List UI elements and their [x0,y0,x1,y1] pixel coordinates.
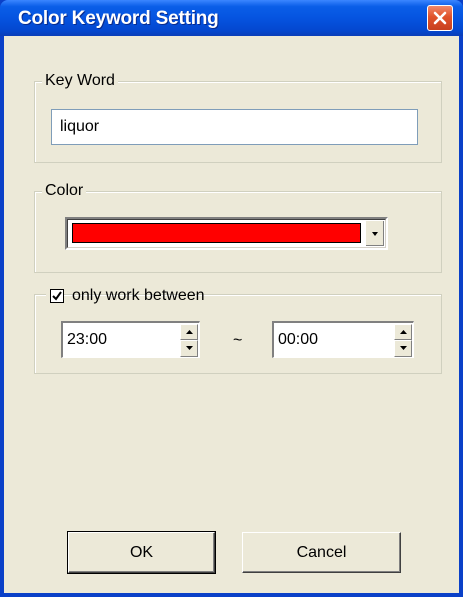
dialog-window: Color Keyword Setting Key Word Color [0,0,463,597]
color-dropdown-button[interactable] [365,221,384,246]
chevron-down-icon [372,232,378,236]
close-button[interactable] [427,5,453,31]
start-time-down-button[interactable] [180,340,198,357]
start-time-spin-buttons [180,324,198,357]
window-title: Color Keyword Setting [18,8,219,29]
checkmark-icon [52,291,62,301]
start-time-value[interactable]: 23:00 [67,323,107,357]
start-time-spinner[interactable]: 23:00 [61,321,200,358]
arrow-up-icon [400,330,407,334]
schedule-checkbox-label: only work between [72,287,205,304]
ok-button[interactable]: OK [67,531,216,574]
end-time-spin-buttons [394,324,412,357]
close-icon [433,11,447,25]
cancel-button[interactable]: Cancel [242,532,401,573]
schedule-checkbox-row[interactable]: only work between [46,287,205,305]
end-time-value[interactable]: 00:00 [278,323,318,357]
color-group-label: Color [42,182,87,200]
color-swatch [72,223,361,243]
color-dropdown[interactable] [65,217,388,250]
end-time-spinner[interactable]: 00:00 [272,321,414,358]
end-time-up-button[interactable] [394,324,412,340]
color-dropdown-frame [67,219,386,248]
schedule-checkbox[interactable] [50,289,64,303]
arrow-down-icon [400,346,407,350]
title-bar[interactable]: Color Keyword Setting [0,0,463,36]
dialog-body: Key Word Color only work betw [4,36,459,593]
time-range-separator: ~ [233,332,243,349]
keyword-input[interactable] [51,109,418,145]
end-time-down-button[interactable] [394,340,412,357]
keyword-group-label: Key Word [42,72,118,90]
arrow-down-icon [186,346,193,350]
start-time-up-button[interactable] [180,324,198,340]
arrow-up-icon [186,330,193,334]
